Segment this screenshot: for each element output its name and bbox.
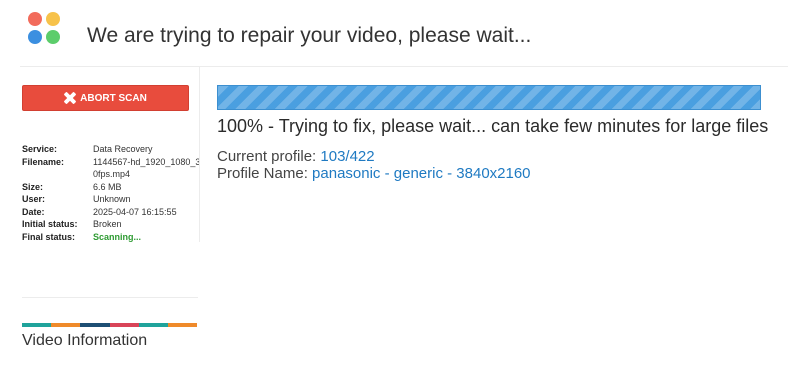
info-row-service: Service: Data Recovery — [22, 143, 201, 156]
progress-fill — [218, 86, 760, 109]
info-value: Unknown — [93, 194, 131, 204]
info-value: 6.6 MB — [93, 181, 122, 192]
info-label: Date: — [22, 206, 45, 217]
info-row-final-status: Final status: Scanning... — [22, 231, 201, 244]
close-icon — [64, 92, 76, 104]
color-segment — [109, 323, 139, 327]
progress-status-text: 100% - Trying to fix, please wait... can… — [217, 116, 769, 136]
info-label: Service: — [22, 144, 58, 154]
logo-icon — [28, 12, 62, 46]
file-info-table: Service: Data Recovery Filename: 1144567… — [22, 143, 201, 243]
info-label: Final status: — [22, 231, 76, 242]
current-profile-value: 103/422 — [320, 148, 375, 165]
profile-name-row: Profile Name: panasonic - generic - 3840… — [217, 165, 777, 182]
info-label: Size: — [22, 181, 44, 192]
info-value: 1144567-hd_1920_1080_30fps.mp4 — [93, 156, 201, 180]
info-value: Data Recovery — [93, 144, 153, 154]
abort-scan-label: ABORT SCAN — [80, 92, 147, 104]
info-row-date: Date: 2025-04-07 16:15:55 — [22, 206, 201, 219]
info-row-filename: Filename: 1144567-hd_1920_1080_30fps.mp4 — [22, 156, 201, 181]
header: We are trying to repair your video, plea… — [0, 0, 800, 66]
profile-name-label: Profile Name: — [217, 165, 308, 182]
progress-bar — [217, 85, 761, 110]
color-segment — [138, 323, 168, 327]
current-profile-row: Current profile: 103/422 — [217, 148, 777, 165]
info-value: Broken — [93, 219, 122, 229]
color-segment — [80, 323, 110, 327]
profile-name-value: panasonic - generic - 3840x2160 — [312, 165, 531, 182]
video-information-heading: Video Information — [22, 332, 148, 349]
sidebar-vertical-divider — [199, 67, 200, 242]
color-segment — [51, 323, 81, 327]
main-panel: 100% - Trying to fix, please wait... can… — [217, 85, 777, 182]
info-value: 2025-04-07 16:15:55 — [93, 206, 177, 217]
color-segment — [22, 323, 52, 327]
info-row-size: Size: 6.6 MB — [22, 181, 201, 194]
color-accent-bar — [22, 323, 198, 327]
color-segment — [167, 323, 198, 327]
abort-scan-button[interactable]: ABORT SCAN — [22, 85, 189, 111]
info-label: User: — [22, 194, 46, 204]
status-badge: Scanning... — [93, 231, 142, 242]
profile-info: Current profile: 103/422 Profile Name: p… — [217, 148, 777, 182]
sidebar: ABORT SCAN Service: Data Recovery Filena… — [20, 67, 200, 381]
info-label: Filename: — [22, 156, 65, 167]
info-row-user: User: Unknown — [22, 193, 201, 206]
info-row-initial-status: Initial status: Broken — [22, 218, 201, 231]
info-label: Initial status: — [22, 219, 78, 229]
page-title: We are trying to repair your video, plea… — [87, 24, 532, 47]
current-profile-label: Current profile: — [217, 148, 317, 165]
sidebar-divider — [22, 297, 198, 298]
